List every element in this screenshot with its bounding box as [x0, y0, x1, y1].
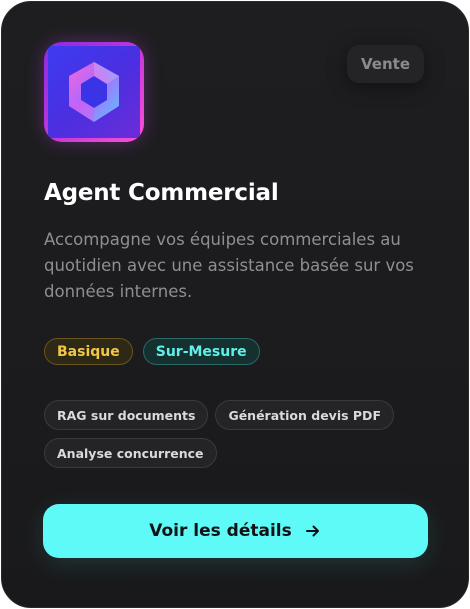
view-details-label: Voir les détails	[149, 521, 292, 541]
level-badges: Basique Sur-Mesure	[44, 338, 260, 365]
feature-chip-rag: RAG sur documents	[44, 400, 209, 430]
feature-chip-devis-pdf: Génération devis PDF	[215, 400, 394, 430]
agent-logo	[44, 42, 144, 142]
card-title: Agent Commercial	[44, 180, 279, 206]
feature-chip-analyse: Analyse concurrence	[44, 438, 217, 468]
category-badge: Vente	[347, 45, 424, 83]
feature-chips: RAG sur documents Génération devis PDF A…	[44, 400, 424, 468]
level-badge-basique: Basique	[44, 338, 133, 365]
arrow-right-icon	[304, 522, 322, 540]
level-badge-sur-mesure: Sur-Mesure	[142, 338, 260, 365]
agent-card[interactable]: Vente Agent Commercial Accompagne vos éq…	[1, 1, 469, 608]
card-description: Accompagne vos équipes commerciales au q…	[44, 230, 414, 301]
view-details-button[interactable]: Voir les détails	[43, 504, 428, 558]
hexagon-ring-icon	[69, 62, 119, 122]
